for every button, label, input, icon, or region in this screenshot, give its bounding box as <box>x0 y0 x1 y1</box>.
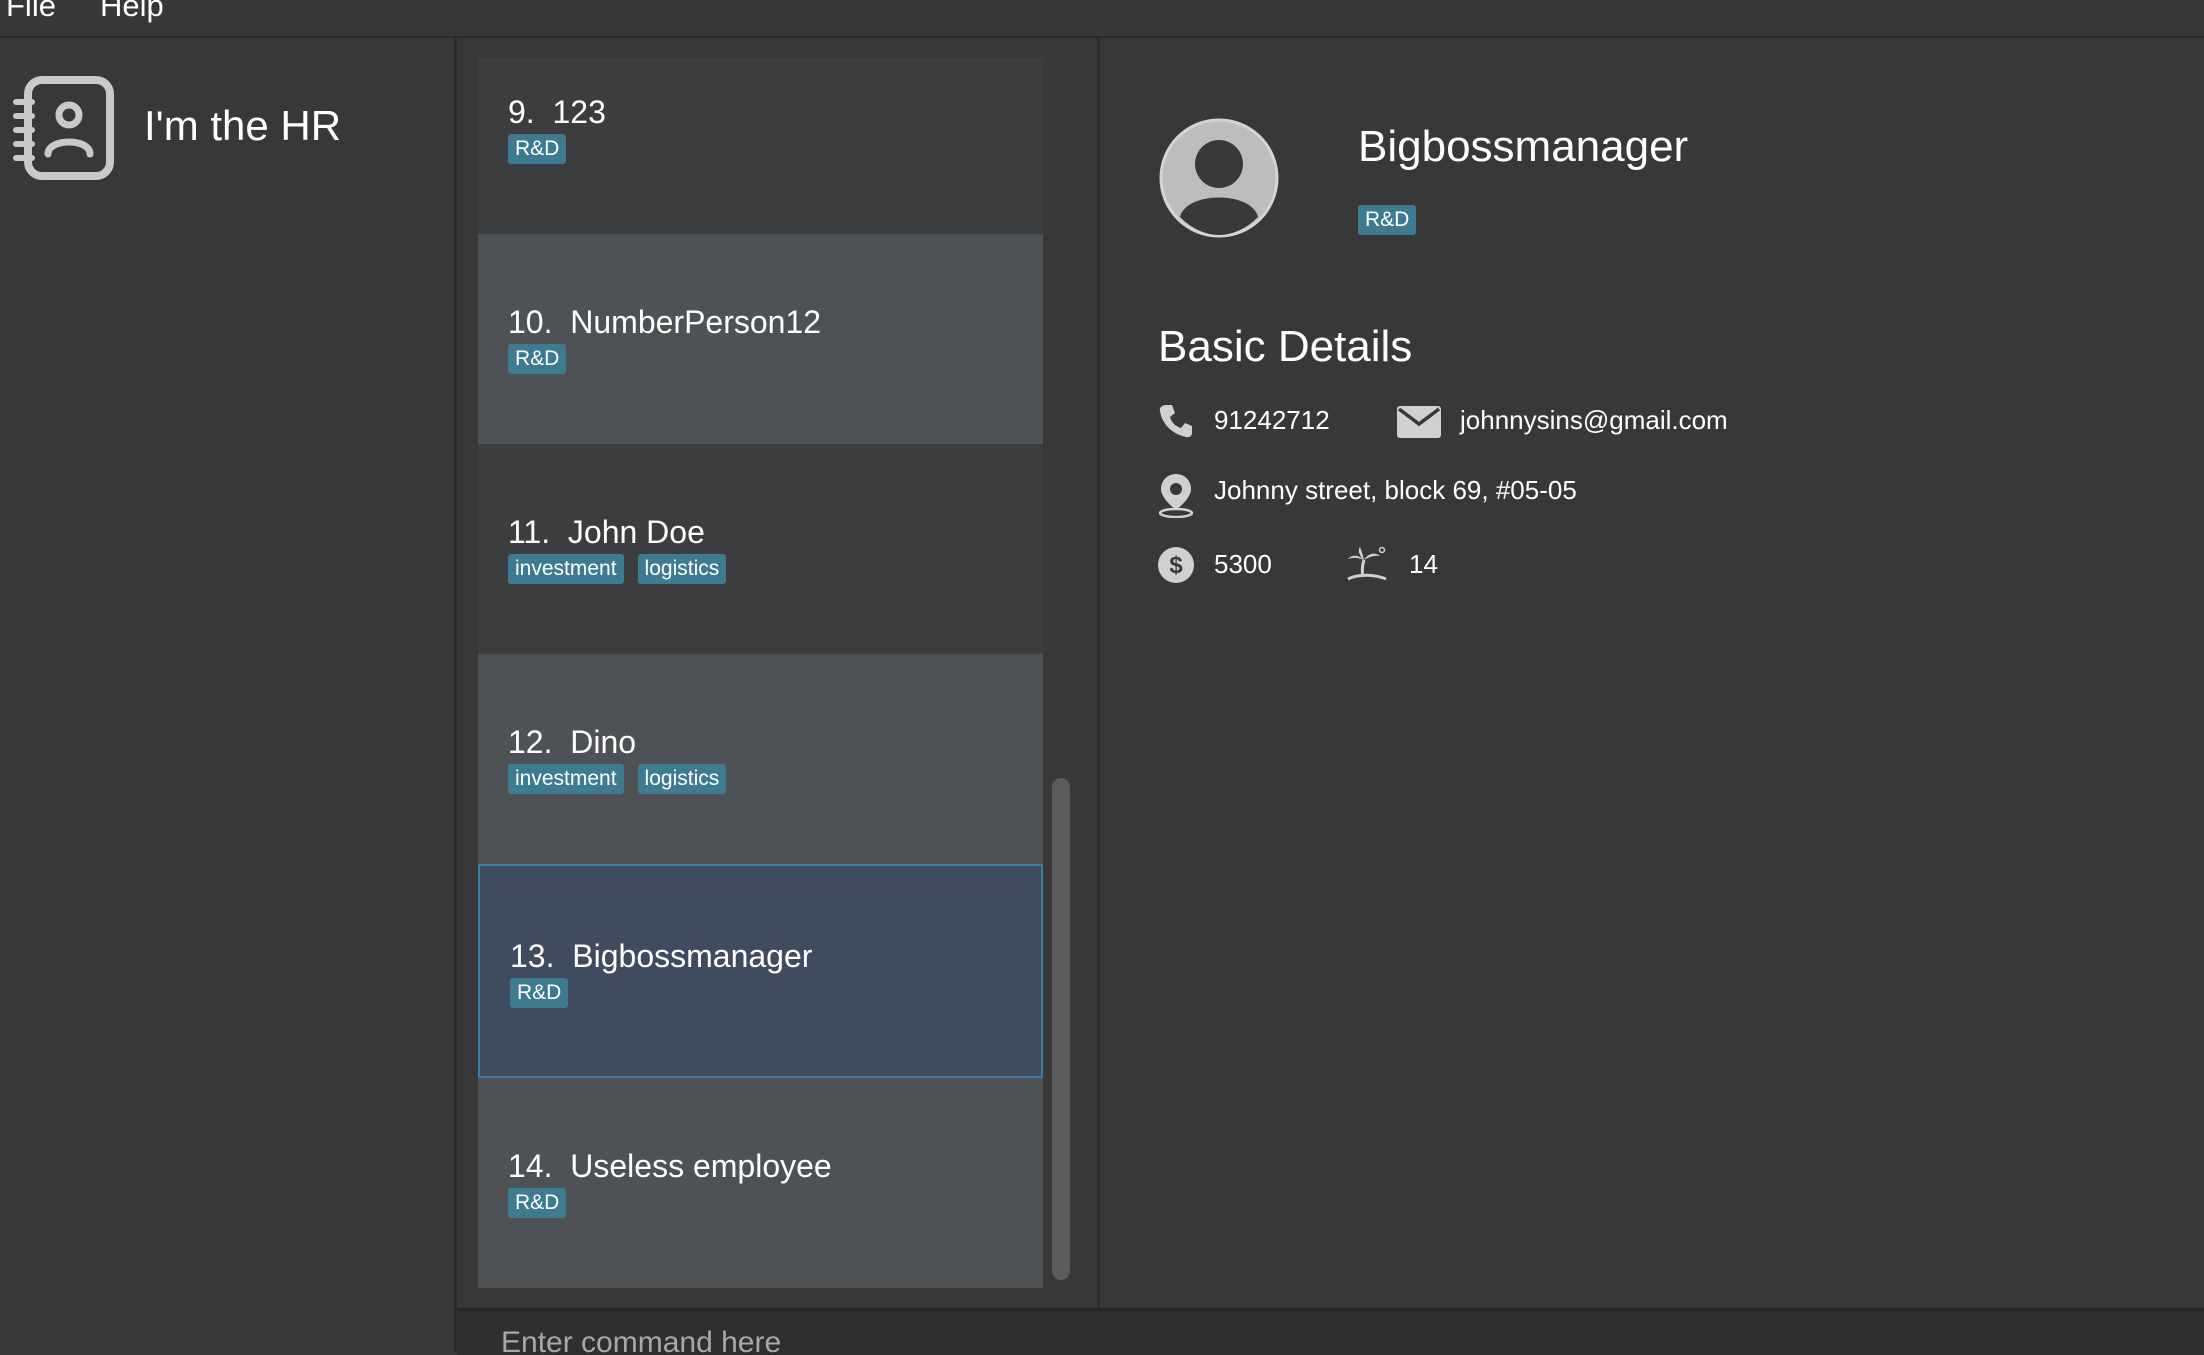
sidebar <box>0 38 457 1352</box>
tag-badge: R&D <box>508 134 567 164</box>
person-card-selected[interactable]: 13. Bigbossmanager R&D <box>478 864 1043 1078</box>
tag-badge: R&D <box>508 344 567 374</box>
tag-badge: investment <box>508 554 624 584</box>
person-card[interactable]: 9. 123 R&D <box>478 58 1043 234</box>
envelope-icon <box>1396 403 1442 444</box>
tag-badge: logistics <box>637 764 727 794</box>
app-title: I'm the HR <box>144 102 342 149</box>
tag-badge: R&D <box>508 1188 567 1218</box>
person-card-title: 11. John Doe <box>508 514 705 550</box>
dollar-icon: $ <box>1157 546 1195 589</box>
phone-icon <box>1158 403 1194 444</box>
map-pin-icon <box>1156 472 1196 523</box>
tag-badge: logistics <box>637 554 727 584</box>
person-card[interactable]: 14. Useless employee R&D <box>478 1078 1043 1288</box>
detail-name: Bigbossmanager <box>1358 122 1689 171</box>
menu-file[interactable]: File <box>6 0 56 24</box>
salary-text: 5300 <box>1214 549 1272 579</box>
email-text: johnnysins@gmail.com <box>1460 405 1728 435</box>
address-text: Johnny street, block 69, #05-05 <box>1214 475 1577 505</box>
menu-bar: File Help <box>0 0 2204 38</box>
person-card[interactable]: 11. John Doe investment logistics <box>478 444 1043 654</box>
basic-details-heading: Basic Details <box>1158 322 1413 371</box>
person-card-title: 12. Dino <box>508 724 637 760</box>
person-card-title: 9. 123 <box>508 94 606 130</box>
address-book-icon <box>12 76 116 185</box>
tag-badge: R&D <box>1358 205 1417 235</box>
leaves-text: 14 <box>1409 549 1438 579</box>
command-input[interactable] <box>457 1311 2204 1355</box>
person-card-title: 13. Bigbossmanager <box>510 938 813 974</box>
detail-tags: R&D <box>1358 205 1417 235</box>
list-scrollbar[interactable] <box>1052 778 1070 1280</box>
user-avatar-icon <box>1158 117 1280 244</box>
svg-text:$: $ <box>1169 552 1183 579</box>
person-card-title: 14. Useless employee <box>508 1148 832 1184</box>
tag-badge: investment <box>508 764 624 794</box>
menu-help[interactable]: Help <box>100 0 164 24</box>
command-box <box>457 1308 2204 1355</box>
beach-island-icon <box>1346 546 1388 589</box>
person-card[interactable]: 12. Dino investment logistics <box>478 654 1043 864</box>
person-card-title: 10. NumberPerson12 <box>508 304 822 340</box>
person-card[interactable]: 10. NumberPerson12 R&D <box>478 234 1043 444</box>
phone-text: 91242712 <box>1214 405 1330 435</box>
tag-badge: R&D <box>510 978 569 1008</box>
